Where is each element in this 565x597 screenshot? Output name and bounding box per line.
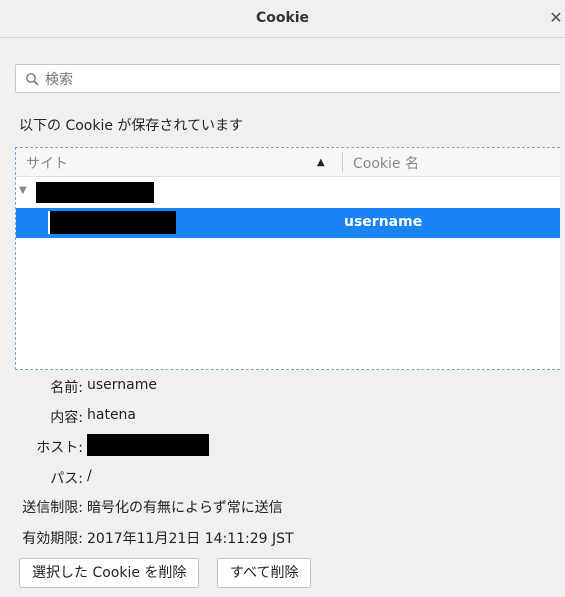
sort-ascending-icon[interactable]: ▲ <box>317 157 325 168</box>
search-box[interactable] <box>15 64 560 93</box>
column-divider[interactable] <box>342 152 343 172</box>
tree-row-cookie-selected[interactable]: username <box>16 208 560 238</box>
detail-send-for-label: 送信制限: <box>22 500 83 516</box>
detail-path-label: パス: <box>50 471 83 487</box>
redacted-site-name <box>36 182 154 203</box>
redacted-host-value <box>87 434 209 456</box>
remove-selected-button[interactable]: 選択した Cookie を削除 <box>19 558 200 588</box>
detail-name-label: 名前: <box>50 380 83 396</box>
detail-send-for-value: 暗号化の有無によらず常に送信 <box>87 500 283 516</box>
expand-triangle-icon[interactable]: ▼ <box>19 185 27 196</box>
detail-host-label: ホスト: <box>36 440 83 456</box>
detail-expires-label: 有効期限: <box>22 531 83 547</box>
detail-name-value: username <box>87 377 157 393</box>
cookie-tree[interactable]: サイト ▲ Cookie 名 ▼ username <box>15 147 560 370</box>
cookie-name-cell: username <box>344 214 423 230</box>
search-input[interactable] <box>43 69 547 91</box>
title-bar: Cookie ✕ <box>0 0 565 38</box>
tree-row-site[interactable]: ▼ <box>16 178 560 206</box>
close-icon[interactable]: ✕ <box>549 8 563 27</box>
remove-all-button[interactable]: すべて削除 <box>217 558 312 588</box>
detail-path-value: / <box>87 468 92 484</box>
search-icon <box>26 73 39 86</box>
detail-content-value: hatena <box>87 407 137 423</box>
column-header-cookie-name[interactable]: Cookie 名 <box>353 153 419 173</box>
cookie-list-description: 以下の Cookie が保存されています <box>19 118 243 134</box>
tree-header: サイト ▲ Cookie 名 <box>16 148 560 177</box>
column-header-site[interactable]: サイト <box>26 153 68 173</box>
cookie-details: 名前: username 内容: hatena ホスト: パス: / 送信制限:… <box>0 376 565 556</box>
window-title: Cookie <box>255 10 310 26</box>
detail-expires-value: 2017年11月21日 14:11:29 JST <box>87 531 294 547</box>
redacted-cookie-host <box>48 211 176 234</box>
detail-content-label: 内容: <box>50 410 83 426</box>
